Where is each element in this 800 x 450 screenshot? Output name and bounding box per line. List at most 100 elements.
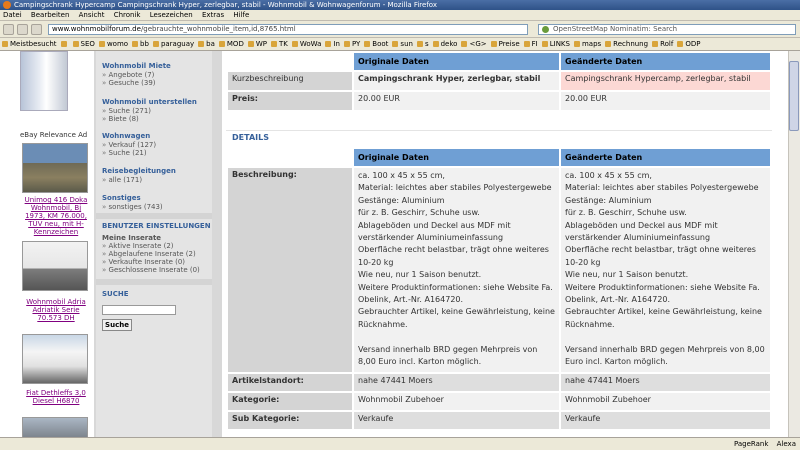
window-title: Campingschrank Hypercamp Campingschrank … [14, 1, 438, 9]
row-orig-standort: nahe 47441 Moers [354, 374, 559, 391]
menu-hilfe[interactable]: Hilfe [233, 11, 249, 19]
row-label-subkategorie: Sub Kategorie: [228, 412, 352, 429]
nav-heading-reise[interactable]: Reisebegleitungen [102, 167, 176, 175]
row-new-kategorie: Wohnmobil Zubehoer [561, 393, 770, 410]
bookmark-item[interactable]: womo [99, 38, 128, 50]
nav-heading-unterstellen[interactable]: Wohnmobil unterstellen [102, 98, 197, 106]
menu-datei[interactable]: Datei [3, 11, 22, 19]
row-new-beschreibung: ca. 100 x 45 x 55 cm, Material: leichtes… [561, 168, 770, 372]
nav-divider [96, 213, 212, 219]
menu-extras[interactable]: Extras [202, 11, 224, 19]
nav-link-sold[interactable]: Verkaufte Inserate (0) [102, 258, 211, 266]
ad-heading: eBay Relevance Ad [20, 131, 88, 139]
bookmark-item[interactable]: Meistbesucht [2, 38, 57, 50]
bookmark-item[interactable] [61, 38, 69, 50]
nav-block-wohnwagen: Wohnwagen Verkauf (127) Suche (21) [102, 132, 156, 157]
nav-link-suche[interactable]: Suche (271) [102, 107, 197, 115]
nav-link-alle[interactable]: alle (171) [102, 176, 176, 184]
bookmark-item[interactable]: sun [392, 38, 413, 50]
bookmark-item[interactable]: Boot [364, 38, 388, 50]
nav-link-biete[interactable]: Biete (8) [102, 115, 197, 123]
bookmark-item[interactable]: <G> [461, 38, 486, 50]
bookmark-item[interactable]: ODP [677, 38, 700, 50]
scrollbar-thumb[interactable] [789, 61, 799, 131]
ad-image-adria[interactable] [22, 241, 88, 291]
ad-link-adria[interactable]: Wohnmobil Adria Adriatik Serie 70.573 DH [20, 298, 92, 322]
bookmark-item[interactable]: bb [132, 38, 149, 50]
status-bar: PageRank Alexa [0, 437, 800, 450]
row-label-standort: Artikelstandort: [228, 374, 352, 391]
url-bar[interactable]: www.wohnmobilforum.de/gebrauchte_wohnmob… [48, 24, 528, 35]
bookmark-item[interactable]: paraguay [153, 38, 194, 50]
nav-column: Wohnmobil Miete Angebote (7) Gesuche (39… [96, 51, 212, 437]
nav-link-expired[interactable]: Abgelaufene Inserate (2) [102, 250, 211, 258]
nav-link-ww-suche[interactable]: Suche (21) [102, 149, 156, 157]
nav-block-unterstellen: Wohnmobil unterstellen Suche (271) Biete… [102, 98, 197, 123]
ad-column: eBay Relevance Ad Unimog 416 Doka Wohnmo… [0, 51, 94, 437]
row-new-standort: nahe 47441 Moers [561, 374, 770, 391]
bookmark-item[interactable]: ba [198, 38, 215, 50]
ad-image-4[interactable] [22, 417, 88, 437]
bookmark-item[interactable]: Rolf [652, 38, 673, 50]
nav-link-verkauf[interactable]: Verkauf (127) [102, 141, 157, 149]
bookmark-item[interactable]: deko [433, 38, 458, 50]
bookmark-item[interactable]: WoWa [292, 38, 322, 50]
bookmark-item[interactable]: LINKS [542, 38, 570, 50]
bookmark-item[interactable]: PY [344, 38, 360, 50]
sidebar-search-button[interactable]: Suche [102, 319, 132, 331]
details-table: Originale Daten Geänderte Daten Beschrei… [226, 147, 772, 431]
sidebar-search-input[interactable] [102, 305, 176, 315]
navigation-toolbar: www.wohnmobilforum.de/gebrauchte_wohnmob… [0, 21, 800, 38]
nav-heading-sonstiges[interactable]: Sonstiges [102, 194, 163, 202]
summary-table: Originale Daten Geänderte Daten Kurzbesc… [226, 51, 772, 112]
search-bar[interactable]: OpenStreetMap Nominatim: Search [538, 24, 796, 35]
menu-bearbeiten[interactable]: Bearbeiten [31, 11, 69, 19]
main-content: Originale Daten Geänderte Daten Kurzbesc… [222, 51, 788, 437]
nav-heading-wohnwagen[interactable]: Wohnwagen [102, 132, 156, 140]
nav-link-active[interactable]: Aktive Inserate (2) [102, 242, 211, 250]
bookmark-item[interactable]: Rechnung [605, 38, 648, 50]
nav-link-gesuche[interactable]: Gesuche (39) [102, 79, 171, 87]
row-label-preis: Preis: [228, 92, 352, 110]
ad-image-unimog[interactable] [22, 143, 88, 193]
bookmark-item[interactable]: TK [271, 38, 288, 50]
bookmark-item[interactable]: FI [524, 38, 538, 50]
window-title-bar: Campingschrank Hypercamp Campingschrank … [0, 0, 800, 10]
back-icon[interactable] [3, 24, 14, 35]
ad-link-unimog[interactable]: Unimog 416 Doka Wohnmobil, Bj 1973, KM 7… [20, 196, 92, 236]
menu-chronik[interactable]: Chronik [114, 11, 141, 19]
details-col-changed: Geänderte Daten [561, 149, 770, 166]
nav-link-closed[interactable]: Geschlossene Inserate (0) [102, 266, 211, 274]
search-block: SUCHE [102, 290, 129, 298]
my-listings-heading: Meine Inserate [102, 234, 162, 242]
menu-lesezeichen[interactable]: Lesezeichen [150, 11, 193, 19]
bookmark-item[interactable]: MOD [219, 38, 244, 50]
row-label-beschreibung: Beschreibung: [228, 168, 352, 372]
banner-ad[interactable] [20, 51, 68, 111]
reload-icon[interactable] [31, 24, 42, 35]
user-settings-block: BENUTZER EINSTELLUNGEN Meine Inserate Ak… [102, 222, 211, 274]
bookmark-item[interactable]: SEO [73, 38, 95, 50]
nav-link-sonstiges[interactable]: sonstiges (743) [102, 203, 163, 211]
col-header-original: Originale Daten [354, 53, 559, 70]
bookmark-item[interactable]: s [417, 38, 429, 50]
bookmark-item[interactable]: In [325, 38, 340, 50]
forward-icon[interactable] [17, 24, 28, 35]
bookmark-item[interactable]: Preise [491, 38, 520, 50]
menu-ansicht[interactable]: Ansicht [79, 11, 105, 19]
pagerank-indicator[interactable]: PageRank [734, 440, 768, 448]
nav-link-angebote[interactable]: Angebote (7) [102, 71, 171, 79]
ad-link-dethleffs[interactable]: Fiat Dethleffs 3,0 Diesel H6870 [20, 389, 92, 405]
details-heading: DETAILS [232, 133, 269, 142]
bookmark-item[interactable]: maps [574, 38, 601, 50]
row-label-kategorie: Kategorie: [228, 393, 352, 410]
col-header-changed: Geänderte Daten [561, 53, 770, 70]
nav-block-reise: Reisebegleitungen alle (171) [102, 167, 176, 184]
search-heading: SUCHE [102, 290, 129, 298]
alexa-indicator[interactable]: Alexa [777, 440, 796, 448]
bookmark-item[interactable]: WP [248, 38, 267, 50]
nav-heading-miete[interactable]: Wohnmobil Miete [102, 62, 171, 70]
nav-divider-2 [96, 279, 212, 285]
vertical-scrollbar[interactable] [788, 51, 800, 437]
ad-image-dethleffs[interactable] [22, 334, 88, 384]
